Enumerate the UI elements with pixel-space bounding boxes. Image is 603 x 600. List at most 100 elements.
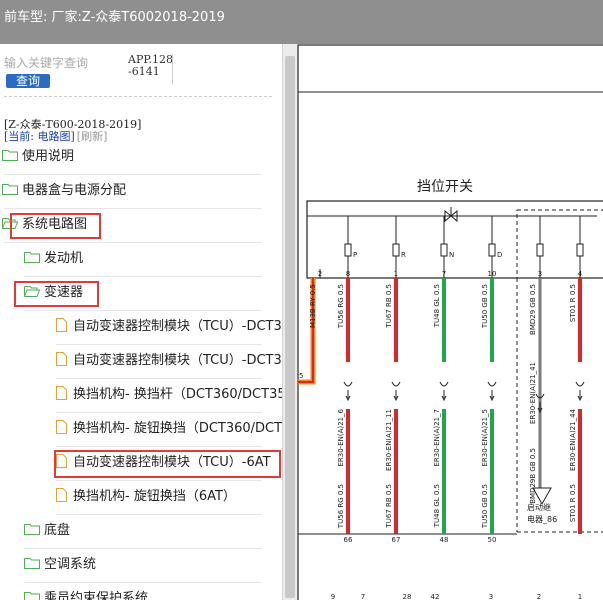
folder-icon [2,150,18,161]
pin-number-top: 3 [538,270,542,278]
pin-number-last: 3 [489,593,493,600]
wire-label: TU50 GB 0.5 [481,284,489,329]
refresh-link[interactable]: [刷新] [77,130,108,143]
pin-number-last: 28 [403,593,412,600]
top-bar: 前车型: 厂家:Z-众泰T6002018-2019 [0,0,603,44]
wire-label-bottom: TU50 GB 0.5 [481,484,489,529]
divider [56,446,262,447]
document-icon [56,352,67,366]
pin-fuse [488,243,496,257]
dashed-subbox [516,209,603,279]
divider [56,514,262,515]
folder-icon [24,558,40,569]
divider [24,276,262,277]
wire-label: BMD29 GB 0.5 [529,284,537,335]
tree-item-electrical-box[interactable]: 电器盒与电源分配 [2,180,126,202]
pin-number-top: 8 [346,270,350,278]
tree-label: 换挡机构- 换挡杆（DCT360/DCT350） [73,387,282,402]
divider [24,548,262,549]
wire-label: TU67 RB 0.5 [385,284,393,329]
pin-letter: R [401,251,406,259]
tree-label: 发动机 [44,251,84,266]
current-label: [当前: 电路图] [4,130,75,143]
highlight-box [10,213,101,239]
document-icon [56,386,67,400]
current-location: [当前: 电路图] [刷新] [4,128,107,144]
pin-number-top: 1 [394,270,398,278]
folder-icon [24,524,40,535]
search-input[interactable] [4,56,94,70]
highlight-box [14,281,99,307]
wire-label-bottom: ST01 R 0.5 [569,484,577,522]
tree-item-ac-system[interactable]: 空调系统 [24,554,96,576]
tree-label: 自动变速器控制模块（TCU）-DCT360 [73,319,282,334]
tree-item-tcu-dct360-1[interactable]: 自动变速器控制模块（TCU）-DCT360 [56,316,282,338]
wire-label-bottom: TU56 RG 0.5 [337,484,345,529]
left-panel: 查询 APP.128-6141 [Z-众泰-T600-2018-2019] [当… [0,44,282,600]
pin-number-top: 10 [488,270,497,278]
scrollbar[interactable] [282,44,297,600]
splice-label: ER30-EN(A)21_7 [433,409,441,467]
splice-label: ER30-EN(A)21_6 [337,408,345,466]
tree-item-shifter-knob-6at[interactable]: 换挡机构- 旋钮换挡（6AT） [56,486,236,508]
tree-label: 乘员约束保护系统 [44,591,149,600]
scrollbar-thumb[interactable] [285,56,295,598]
pin-fuse [392,243,400,257]
pin-number-bottom: 67 [392,536,401,544]
tree-label: 换挡机构- 旋钮换挡（DCT360/DCT350） [73,421,282,436]
tree-item-tcu-dct360-2[interactable]: 自动变速器控制模块（TCU）-DCT360 [56,350,282,372]
splice-label: ER30-EN(A)21_41 [529,362,537,424]
tree-label: 换挡机构- 旋钮换挡（6AT） [73,489,236,504]
splice-arc [575,381,585,387]
pin-number-last: 1 [578,593,582,600]
search-button[interactable]: 查询 [6,74,50,88]
pin-number-last: 42 [431,593,440,600]
divider [56,378,262,379]
highlight-box [54,450,281,478]
relay-label: 电器_86 [527,514,557,524]
pin-letter: N [449,251,454,259]
document-icon [56,318,67,332]
divider [4,208,262,209]
splice-arc [487,381,497,387]
document-icon [56,420,67,434]
folder-icon [24,592,40,600]
tree-label: 底盘 [44,523,71,538]
divider [4,242,262,243]
pin-letter: P [353,251,357,259]
pin-fuse [576,243,584,257]
pin-number-last: 2 [537,593,541,600]
wire-label-bottom: TU48 GL 0.5 [433,484,441,528]
splice-arc [343,381,353,387]
divider [4,174,262,175]
component-title: 挡位开关 [417,179,473,195]
vehicle-model-title: 前车型: 厂家:Z-众泰T6002018-2019 [4,10,225,25]
edge-marker: 5 [299,372,303,380]
tree-item-chassis[interactable]: 底盘 [24,520,70,542]
wiring-diagram: 挡位开关 P R N D2 8 1 7 10 3 4M13B RY 0.5 TU56 RG 0.5 T… [297,44,603,600]
pin-number-bottom: 66 [344,536,353,544]
tree-item-shifter-knob-dct[interactable]: 换挡机构- 旋钮换挡（DCT360/DCT350） [56,418,282,440]
pin-number-last: 7 [361,593,365,600]
wire-label: TU48 GL 0.5 [433,284,441,328]
splice-arc [391,381,401,387]
folder-icon [24,252,40,263]
divider [24,582,262,583]
pin-fuse [344,243,352,257]
tree-item-usage[interactable]: 使用说明 [2,146,74,168]
tree-item-restraint-system[interactable]: 乘员约束保护系统 [24,588,148,600]
splice-label: ER30-EN(A)21_5 [481,409,489,467]
tree-item-shifter-lever[interactable]: 换挡机构- 换挡杆（DCT360/DCT350） [56,384,282,406]
tree-item-engine[interactable]: 发动机 [24,248,83,270]
divider [24,310,262,311]
tree-label: 空调系统 [44,557,97,572]
splice-label: ER30-EN(A)21_44 [569,408,577,470]
splice-arc [439,381,449,387]
wire-label-bottom: TU67 RB 0.5 [385,484,393,529]
pin-number-top: 7 [442,270,446,278]
divider [56,344,262,345]
pin-number-bottom: 50 [488,536,497,544]
tree-label: 自动变速器控制模块（TCU）-DCT360 [73,353,282,368]
relay-label: 启动继 [527,502,551,512]
divider [4,96,272,97]
